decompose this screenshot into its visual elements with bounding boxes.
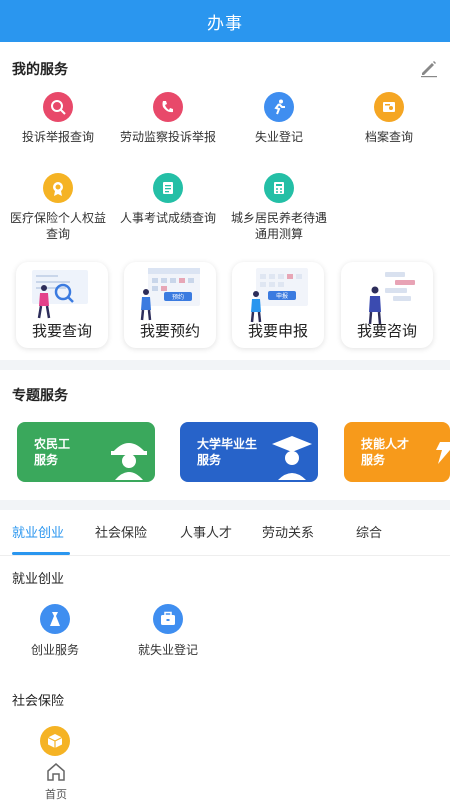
my-services-title: 我的服务 [12, 62, 68, 78]
quick-action-label: 我要预约 [139, 322, 200, 340]
worker-helmet-icon [111, 443, 147, 480]
service-social-insurance-item[interactable] [10, 726, 100, 756]
banner-line2: 服务 [34, 453, 59, 467]
quick-action-declare[interactable]: 申报 我要申报 [232, 262, 324, 348]
tab-personnel[interactable]: 人事人才 [180, 522, 232, 541]
nav-home[interactable]: 首页 [36, 762, 76, 800]
service-label: 创业服务 [30, 643, 79, 657]
nav-home-label: 首页 [45, 788, 67, 800]
quick-action-appointment[interactable]: 预约 我要预约 [124, 262, 216, 348]
startup-icon [40, 604, 70, 634]
banner-graduate[interactable]: 大学毕业生 服务 [180, 422, 318, 482]
tab-labor-relations[interactable]: 劳动关系 [262, 522, 314, 541]
tab-comprehensive[interactable]: 综合 [356, 522, 382, 541]
service-labor-complaint[interactable]: 劳动监察投诉举报 [112, 92, 224, 145]
pension-calc-icon [264, 173, 294, 203]
archive-icon [374, 92, 404, 122]
service-label: 投诉举报查询 [21, 130, 94, 144]
service-label: 医疗保险个人权益查询 [9, 211, 106, 241]
phone-icon [153, 92, 183, 122]
quick-action-label: 我要申报 [247, 322, 308, 340]
edit-icon[interactable] [419, 58, 439, 78]
banner-line1: 技能人才 [361, 437, 410, 451]
declare-tag: 申报 [276, 292, 288, 300]
banner-migrant-worker[interactable]: 农民工 服务 [17, 422, 155, 482]
home-icon [47, 763, 65, 781]
graduate-cap-icon [272, 436, 312, 480]
service-label: 失业登记 [254, 130, 303, 144]
quick-action-label: 我要咨询 [356, 322, 417, 340]
section-divider [0, 360, 450, 370]
service-exam-score[interactable]: 人事考试成绩查询 [112, 173, 224, 226]
gear-icon [436, 442, 450, 464]
section-divider [0, 500, 450, 510]
service-label: 人事考试成绩查询 [119, 211, 216, 225]
service-medical-insurance[interactable]: 医疗保险个人权益查询 [2, 173, 114, 242]
service-pension-calc[interactable]: 城乡居民养老待遇通用测算 [223, 173, 335, 242]
tab-employment[interactable]: 就业创业 [12, 522, 64, 541]
app-header: 办事 [0, 0, 450, 42]
cube-icon [40, 726, 70, 756]
service-unemployment-register[interactable]: 失业登记 [223, 92, 335, 145]
appointment-tag: 预约 [172, 293, 184, 301]
service-archive-query[interactable]: 档案查询 [333, 92, 445, 145]
search-complaint-icon [43, 92, 73, 122]
tab-social-insurance[interactable]: 社会保险 [95, 522, 147, 541]
banner-line1: 农民工 [34, 437, 71, 451]
banner-skilled-talent[interactable]: 技能人才 服务 [344, 422, 450, 482]
service-startup[interactable]: 创业服务 [10, 604, 100, 658]
service-label: 档案查询 [364, 130, 413, 144]
quick-action-query[interactable]: 我要查询 [16, 262, 108, 348]
service-label: 城乡居民养老待遇通用测算 [230, 211, 327, 241]
bottom-navigation: 首页 [0, 760, 450, 800]
page-title: 办事 [207, 13, 243, 34]
active-tab-indicator [12, 552, 70, 555]
exam-score-icon [153, 173, 183, 203]
social-insurance-section-title: 社会保险 [12, 694, 65, 709]
runner-icon [264, 92, 294, 122]
category-tabs: 就业创业 社会保险 人事人才 劳动关系 综合 [0, 512, 450, 556]
service-complaint-query[interactable]: 投诉举报查询 [2, 92, 114, 145]
banner-line2: 服务 [361, 453, 386, 467]
banner-line1: 大学毕业生 [197, 437, 258, 451]
medical-badge-icon [43, 173, 73, 203]
service-label: 劳动监察投诉举报 [119, 130, 216, 144]
quick-action-consult[interactable]: 我要咨询 [341, 262, 433, 348]
service-employment-register[interactable]: 就失业登记 [123, 604, 213, 658]
employment-section-title: 就业创业 [12, 572, 65, 587]
topic-services-title: 专题服务 [12, 388, 68, 404]
briefcase-icon [153, 604, 183, 634]
service-label: 就失业登记 [137, 643, 198, 657]
quick-action-label: 我要查询 [31, 322, 92, 340]
banner-line2: 服务 [197, 453, 222, 467]
